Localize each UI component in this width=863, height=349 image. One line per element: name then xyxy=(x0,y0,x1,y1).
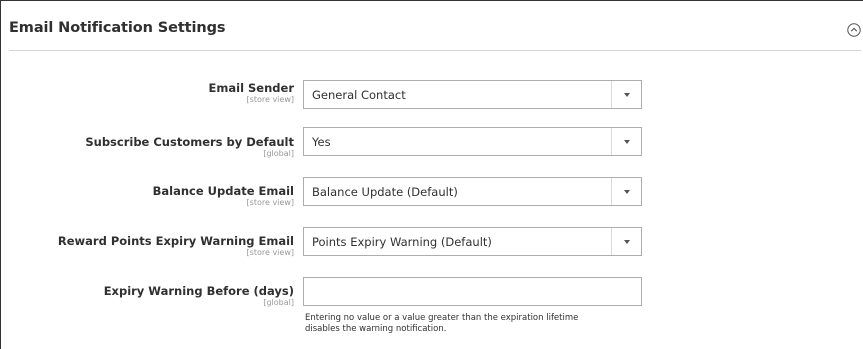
chevron-down-icon xyxy=(624,93,630,97)
reward-points-expiry-warning-email-select[interactable]: Points Expiry Warning (Default) xyxy=(303,227,642,256)
field-label: Balance Update Email [store view] xyxy=(153,184,294,207)
select-value: Points Expiry Warning (Default) xyxy=(312,235,492,249)
field-note-line: Entering no value or a value greater tha… xyxy=(305,313,579,323)
field-scope: [global] xyxy=(263,149,294,158)
select-value: Balance Update (Default) xyxy=(312,185,458,199)
field-scope: [store view] xyxy=(246,248,294,257)
select-divider xyxy=(611,228,612,255)
chevron-down-icon xyxy=(624,190,630,194)
expiry-warning-days-input[interactable] xyxy=(303,277,642,306)
email-sender-select[interactable]: General Contact xyxy=(303,80,642,109)
field-scope: [global] xyxy=(263,298,294,307)
field-label-text: Expiry Warning Before (days) xyxy=(103,284,294,298)
select-value: General Contact xyxy=(312,88,406,102)
chevron-up-circle-icon[interactable] xyxy=(847,23,861,37)
chevron-down-icon xyxy=(624,140,630,144)
field-label-text: Email Sender xyxy=(208,81,294,95)
field-label: Subscribe Customers by Default [global] xyxy=(85,135,294,158)
field-scope: [store view] xyxy=(246,198,294,207)
field-label-text: Balance Update Email xyxy=(152,184,294,198)
select-divider xyxy=(611,128,612,155)
field-label: Expiry Warning Before (days) [global] xyxy=(104,284,294,307)
field-scope: [store view] xyxy=(246,95,294,104)
select-value: Yes xyxy=(312,135,331,149)
subscribe-customers-select[interactable]: Yes xyxy=(303,127,642,156)
select-divider xyxy=(611,81,612,108)
section-header-email-notification-settings[interactable]: Email Notification Settings xyxy=(9,8,861,51)
chevron-down-icon xyxy=(624,240,630,244)
field-note: Entering no value or a value greater tha… xyxy=(305,313,645,335)
field-label-text: Reward Points Expiry Warning Email xyxy=(57,234,294,248)
field-note-line: disables the warning notification. xyxy=(305,324,447,334)
field-label-text: Subscribe Customers by Default xyxy=(85,135,294,149)
configuration-panel: Email Notification Settings Email Sender… xyxy=(0,0,863,349)
field-label: Email Sender [store view] xyxy=(209,81,294,104)
balance-update-email-select[interactable]: Balance Update (Default) xyxy=(303,177,642,206)
select-divider xyxy=(611,178,612,205)
section-title: Email Notification Settings xyxy=(9,20,226,36)
field-label: Reward Points Expiry Warning Email [stor… xyxy=(58,234,294,257)
